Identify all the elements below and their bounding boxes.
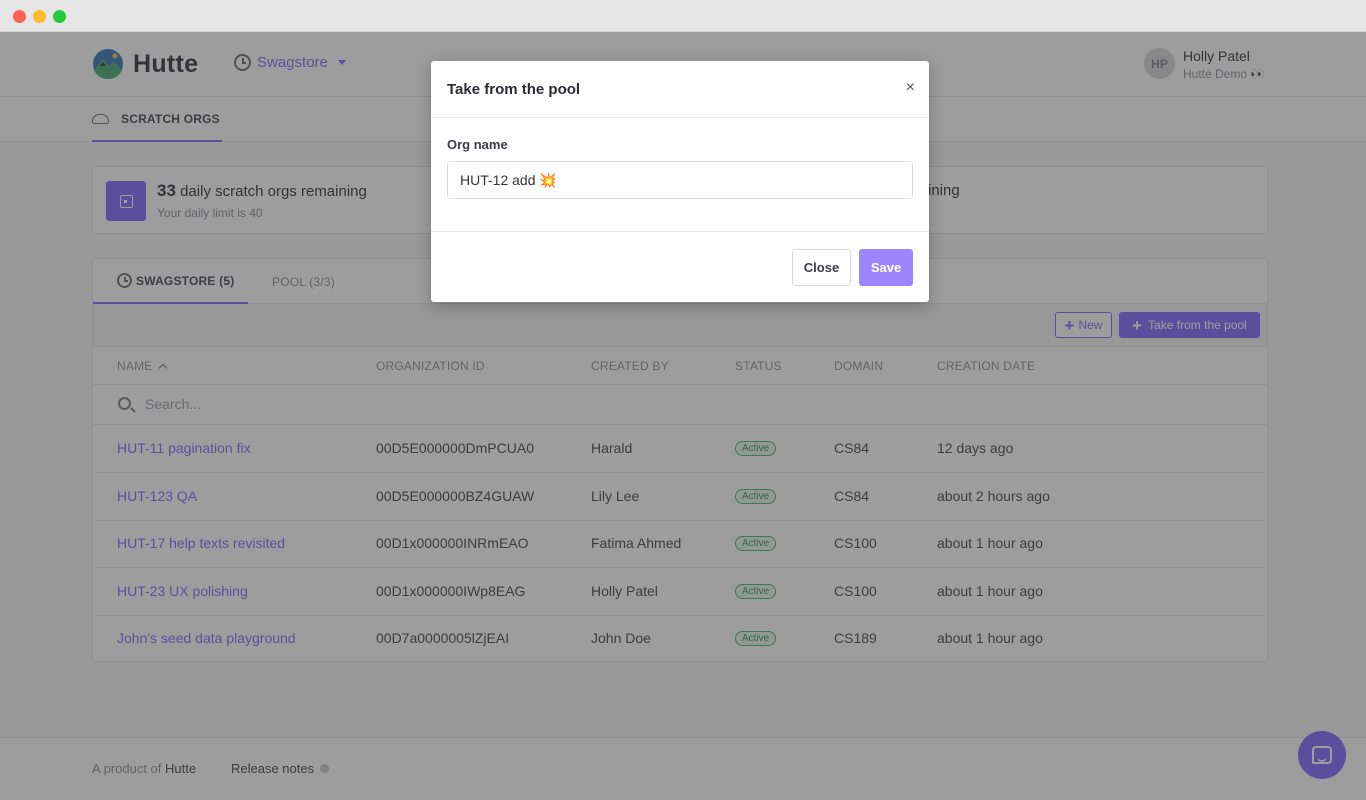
window-zoom-button[interactable] — [53, 10, 66, 23]
dialog-footer: Close Save — [431, 231, 929, 302]
save-button[interactable]: Save — [859, 249, 913, 286]
org-name-field[interactable] — [447, 161, 913, 199]
window-close-button[interactable] — [13, 10, 26, 23]
dialog-title: Take from the pool — [447, 81, 581, 98]
window-titlebar — [0, 0, 1366, 32]
take-from-pool-dialog: Take from the pool × Org name Close Save — [431, 61, 929, 302]
dialog-header: Take from the pool × — [431, 61, 929, 118]
org-name-label: Org name — [447, 137, 508, 152]
window-minimize-button[interactable] — [33, 10, 46, 23]
close-button[interactable]: Close — [792, 249, 851, 286]
close-icon[interactable]: × — [906, 79, 915, 97]
